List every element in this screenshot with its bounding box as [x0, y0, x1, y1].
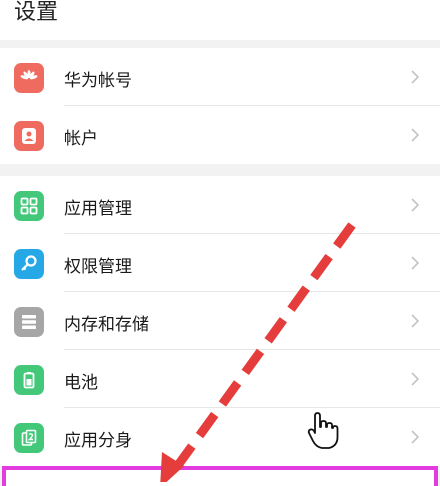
- chevron-right-icon: [411, 314, 420, 328]
- hand-cursor-icon: [307, 412, 339, 449]
- apps-group: 应用管理 权限管理 内存和存储 电池 应用分身: [0, 176, 440, 466]
- highlighted-next-item[interactable]: [2, 466, 438, 486]
- settings-item-label: 电池: [64, 373, 98, 393]
- app-grid-icon: [14, 191, 44, 221]
- chevron-right-icon: [411, 128, 420, 142]
- settings-item-accounts[interactable]: 帐户: [0, 106, 440, 164]
- chevron-right-icon: [411, 372, 420, 386]
- settings-item-label: 应用管理: [64, 199, 132, 219]
- settings-item-permission-management[interactable]: 权限管理: [0, 234, 440, 292]
- app-clone-icon: [14, 423, 44, 453]
- settings-item-label: 华为帐号: [64, 71, 132, 91]
- key-icon: [14, 249, 44, 279]
- settings-item-label: 内存和存储: [64, 315, 149, 335]
- chevron-right-icon: [411, 430, 420, 444]
- settings-item-battery[interactable]: 电池: [0, 350, 440, 408]
- settings-item-app-management[interactable]: 应用管理: [0, 176, 440, 234]
- settings-item-app-twin[interactable]: 应用分身: [0, 408, 440, 466]
- chevron-right-icon: [411, 198, 420, 212]
- chevron-right-icon: [411, 70, 420, 84]
- settings-item-memory-storage[interactable]: 内存和存储: [0, 292, 440, 350]
- chevron-right-icon: [411, 256, 420, 270]
- settings-item-label: 权限管理: [64, 257, 132, 277]
- settings-item-huawei-id[interactable]: 华为帐号: [0, 48, 440, 106]
- header-bar: 设置: [0, 0, 440, 40]
- settings-item-label: 应用分身: [64, 431, 132, 451]
- account-group: 华为帐号 帐户: [0, 48, 440, 164]
- settings-item-label: 帐户: [64, 129, 98, 149]
- user-account-icon: [14, 121, 44, 151]
- battery-icon: [14, 365, 44, 395]
- storage-icon: [14, 307, 44, 337]
- huawei-logo-icon: [14, 63, 44, 93]
- page-title: 设置: [14, 0, 59, 25]
